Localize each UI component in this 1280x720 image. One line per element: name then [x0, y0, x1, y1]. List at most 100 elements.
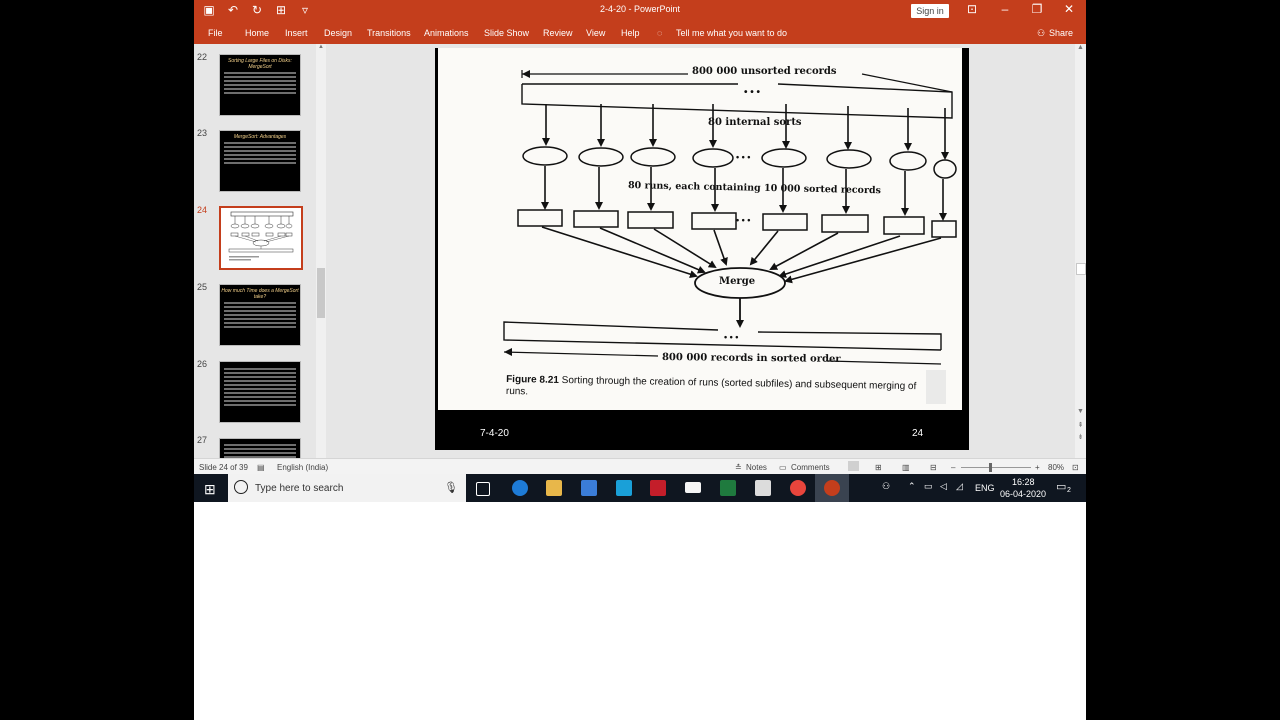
label-merge: Merge: [719, 276, 756, 287]
zoom-level[interactable]: 80%: [1048, 463, 1064, 472]
prev-slide-icon[interactable]: ⇞: [1075, 421, 1086, 429]
tab-file[interactable]: File: [208, 28, 223, 38]
slideshow-icon[interactable]: ⊟: [930, 463, 937, 472]
window-title: 2-4-20 - PowerPoint: [599, 4, 681, 14]
scroll-down-icon[interactable]: ▼: [1075, 408, 1086, 415]
task-view-icon[interactable]: [476, 482, 490, 496]
calculator-icon[interactable]: [755, 480, 771, 496]
unsorted-file-rect: [521, 83, 953, 119]
tab-review[interactable]: Review: [543, 28, 573, 38]
tab-slide-show[interactable]: Slide Show: [484, 28, 529, 38]
thumb-number: 23: [197, 128, 208, 138]
spellcheck-icon[interactable]: ▤: [257, 463, 265, 472]
slide-thumbnail-24[interactable]: [219, 206, 303, 270]
title-bar: ▣ ↶ ↻ ⊞ ▿ 2-4-20 - PowerPoint Sign in ⊡ …: [194, 0, 1086, 22]
windows-start-icon[interactable]: ⊞: [204, 481, 216, 498]
chrome-icon[interactable]: [790, 480, 806, 496]
thumbnails-scrollbar[interactable]: ▲: [316, 44, 326, 458]
reading-view-icon[interactable]: ▥: [902, 463, 910, 472]
scrollbar-thumb[interactable]: [1076, 263, 1086, 275]
scanned-figure: 800 000 unsorted records • • • 80 intern…: [438, 48, 962, 410]
battery-icon[interactable]: ▭: [924, 481, 933, 492]
sign-in-button[interactable]: Sign in: [911, 4, 949, 18]
dots-ellipses: • • •: [736, 152, 751, 162]
store-icon[interactable]: [581, 480, 597, 496]
taskbar-search-box[interactable]: Type here to search 🎙: [228, 474, 466, 502]
dots-runs: • • •: [736, 215, 751, 225]
caption-figure-number: Figure 8.21: [506, 374, 560, 386]
tab-home[interactable]: Home: [245, 28, 269, 38]
search-placeholder: Type here to search: [255, 483, 344, 494]
comments-button[interactable]: Comments: [791, 463, 830, 472]
tell-me-search[interactable]: Tell me what you want to do: [676, 28, 787, 38]
thumb-number: 26: [197, 359, 208, 369]
cortana-icon: [234, 480, 248, 494]
notes-button[interactable]: Notes: [746, 463, 767, 472]
lync-icon[interactable]: [616, 480, 632, 496]
slide-thumbnail-27[interactable]: [219, 438, 301, 458]
thumb-number: 27: [197, 435, 208, 445]
slide-thumbnail-22[interactable]: Sorting Large Files on Disks: MergeSort: [219, 54, 301, 116]
thumb-title: How much Time does a MergeSort take?: [221, 288, 299, 300]
tab-insert[interactable]: Insert: [285, 28, 308, 38]
thumb-title: Sorting Large Files on Disks: MergeSort: [228, 58, 292, 70]
tab-design[interactable]: Design: [324, 28, 352, 38]
dots-top: • • •: [744, 87, 761, 98]
notes-icon: ≛: [735, 463, 742, 472]
mcafee-icon[interactable]: [650, 480, 666, 496]
powerpoint-icon: [824, 480, 840, 496]
thumb-number: 24: [197, 205, 208, 215]
slide-thumbnail-25[interactable]: How much Time does a MergeSort take?: [219, 284, 301, 346]
thumb-title: MergeSort: Advantages: [233, 134, 287, 140]
zoom-slider-thumb[interactable]: [989, 463, 992, 472]
input-language[interactable]: ENG: [975, 483, 995, 493]
slide-sorter-icon[interactable]: ⊞: [875, 463, 882, 472]
volume-icon[interactable]: ◁: [940, 481, 947, 492]
tab-animations[interactable]: Animations: [424, 28, 469, 38]
zoom-out-icon[interactable]: –: [951, 463, 955, 472]
people-icon[interactable]: ⚇: [882, 481, 890, 492]
fit-slide-icon[interactable]: ⊡: [1072, 463, 1079, 472]
clock-date[interactable]: 06-04-2020: [1000, 489, 1046, 499]
excel-icon[interactable]: [720, 480, 736, 496]
chevron-up-icon[interactable]: ⌃: [908, 481, 916, 492]
slide-thumbnail-26[interactable]: [219, 361, 301, 423]
scrollbar-thumb[interactable]: [317, 268, 325, 318]
share-button[interactable]: Share: [1049, 28, 1073, 38]
tab-help[interactable]: Help: [621, 28, 640, 38]
sorted-file-rect: [503, 321, 942, 351]
ribbon-display-icon[interactable]: ⊡: [962, 2, 982, 16]
zoom-in-icon[interactable]: +: [1035, 463, 1040, 472]
label-sorted: 800 000 records in sorted order: [661, 352, 841, 365]
thumb-diagram: [228, 211, 294, 261]
mail-icon[interactable]: [685, 482, 701, 493]
clock-time[interactable]: 16:28: [1012, 477, 1035, 487]
ribbon: File Home Insert Design Transitions Anim…: [194, 22, 1086, 44]
edge-icon[interactable]: [512, 480, 528, 496]
file-explorer-icon[interactable]: [546, 480, 562, 496]
language-indicator[interactable]: English (India): [277, 463, 328, 472]
slide-thumbnail-23[interactable]: MergeSort: Advantages: [219, 130, 301, 192]
normal-view-icon[interactable]: [848, 461, 859, 471]
notification-icon[interactable]: ▭: [1056, 480, 1066, 493]
next-slide-icon[interactable]: ⇟: [1075, 433, 1086, 441]
tab-view[interactable]: View: [586, 28, 605, 38]
slide-scrollbar[interactable]: ▲ ▼ ⇞ ⇟: [1075, 44, 1086, 458]
zoom-slider[interactable]: [961, 467, 1031, 468]
comments-icon: ▭: [779, 463, 787, 472]
restore-icon[interactable]: ❐: [1027, 2, 1047, 16]
close-icon[interactable]: ✕: [1059, 2, 1079, 16]
microphone-icon[interactable]: 🎙: [444, 481, 458, 494]
scroll-up-icon[interactable]: ▲: [316, 44, 326, 50]
powerpoint-taskbar-button[interactable]: [815, 474, 849, 502]
scroll-up-icon[interactable]: ▲: [1075, 44, 1086, 51]
slide-thumbnails-pane: 22 Sorting Large Files on Disks: MergeSo…: [194, 44, 327, 458]
slide-footer-date: 7-4-20: [480, 428, 509, 439]
notification-count: 2: [1067, 487, 1071, 494]
thumb-number: 25: [197, 282, 208, 292]
network-icon[interactable]: ◿: [956, 481, 963, 492]
share-icon: ⚇: [1037, 28, 1046, 38]
minimize-icon[interactable]: –: [995, 2, 1015, 16]
tab-transitions[interactable]: Transitions: [367, 28, 411, 38]
powerpoint-window: ▣ ↶ ↻ ⊞ ▿ 2-4-20 - PowerPoint Sign in ⊡ …: [194, 0, 1086, 502]
